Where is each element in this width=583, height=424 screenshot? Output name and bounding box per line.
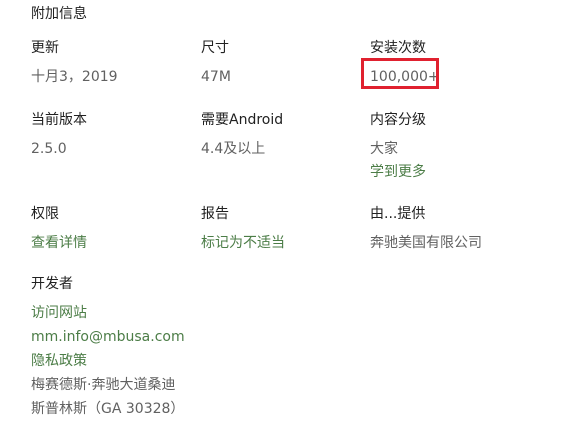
flag-inappropriate-link[interactable]: 标记为不适当: [201, 234, 285, 252]
updated-label: 更新: [31, 40, 59, 56]
section-title: 附加信息: [31, 6, 87, 22]
field-offered-by: 由...提供 奔驰美国有限公司: [370, 205, 482, 252]
offered-by-label: 由...提供: [370, 206, 426, 222]
requires-android-label: 需要Android: [201, 112, 284, 128]
offered-by-value: 奔驰美国有限公司: [370, 235, 482, 251]
content-rating-value: 大家: [370, 141, 398, 157]
size-label: 尺寸: [201, 40, 229, 56]
size-value: 47M: [201, 69, 231, 85]
learn-more-link[interactable]: 学到更多: [370, 163, 426, 181]
installs-label: 安装次数: [370, 40, 426, 56]
field-size: 尺寸 47M: [201, 39, 231, 86]
developer-address-line2: 斯普林斯（GA 30328）: [31, 401, 185, 417]
field-content-rating: 内容分级 大家 学到更多: [370, 111, 426, 181]
field-permissions: 权限 查看详情: [31, 205, 87, 252]
content-rating-label: 内容分级: [370, 112, 426, 128]
permissions-label: 权限: [31, 206, 59, 222]
developer-email-link[interactable]: mm.info@mbusa.com: [31, 328, 185, 346]
developer-address-line1: 梅赛德斯·奔驰大道桑迪: [31, 377, 176, 393]
field-current-version: 当前版本 2.5.0: [31, 111, 87, 158]
visit-website-link[interactable]: 访问网站: [31, 304, 185, 322]
current-version-label: 当前版本: [31, 112, 87, 128]
report-label: 报告: [201, 206, 229, 222]
field-requires-android: 需要Android 4.4及以上: [201, 111, 283, 158]
updated-value: 十月3，2019: [31, 69, 118, 85]
requires-android-value: 4.4及以上: [201, 141, 266, 157]
field-developer: 开发者 访问网站 mm.info@mbusa.com 隐私政策 梅赛德斯·奔驰大…: [31, 275, 185, 418]
view-details-link[interactable]: 查看详情: [31, 234, 87, 252]
current-version-value: 2.5.0: [31, 141, 67, 157]
field-report: 报告 标记为不适当: [201, 205, 285, 252]
installs-highlight-box: [361, 58, 439, 89]
developer-label: 开发者: [31, 276, 73, 292]
privacy-policy-link[interactable]: 隐私政策: [31, 352, 185, 370]
field-updated: 更新 十月3，2019: [31, 39, 118, 86]
